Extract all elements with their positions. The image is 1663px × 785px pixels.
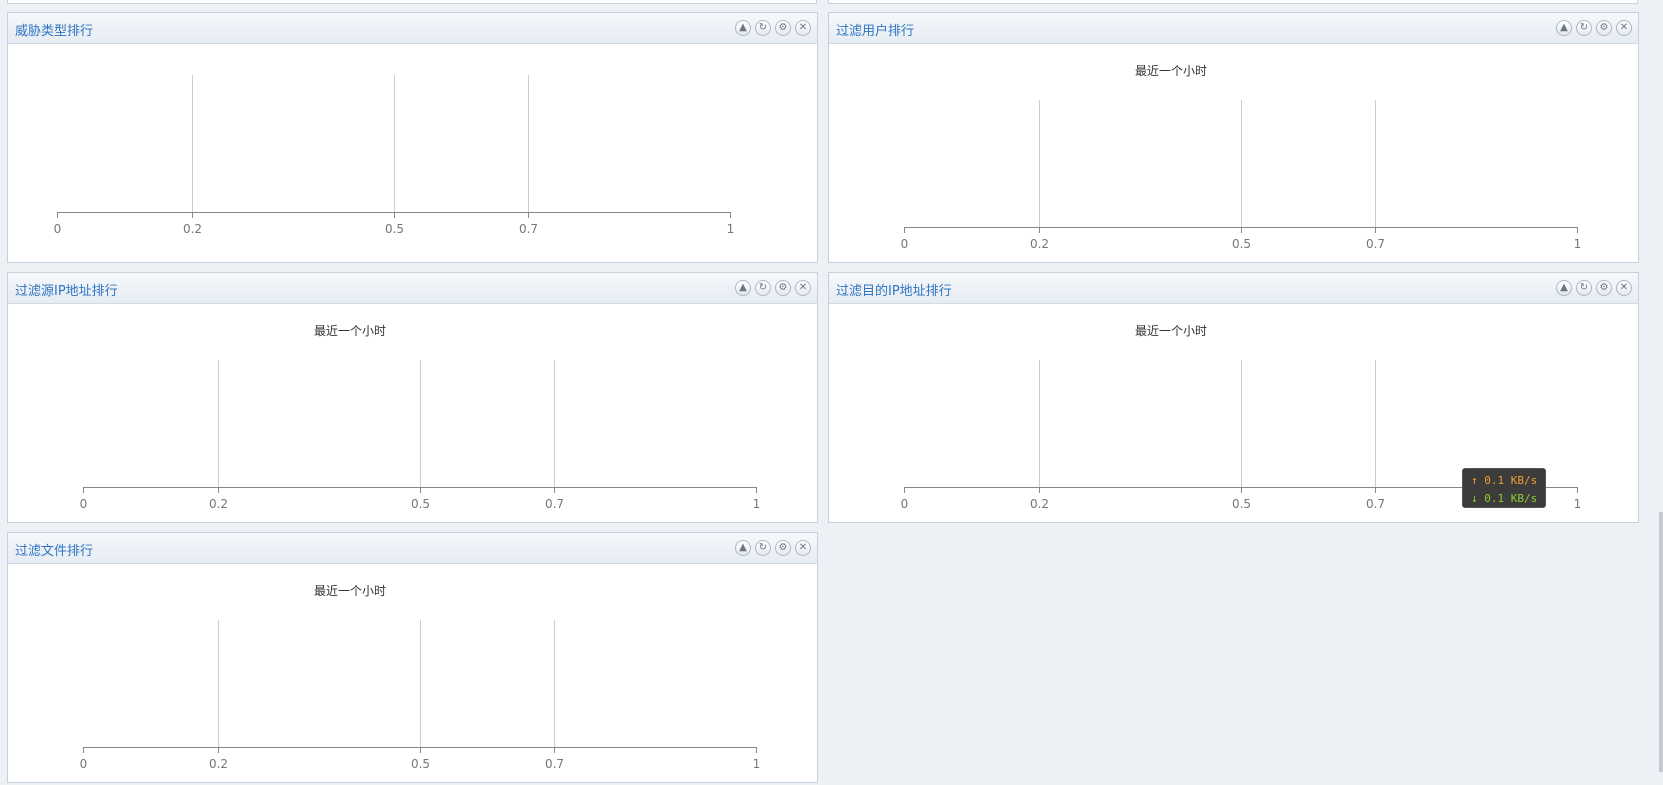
panel-header: 过滤源IP地址排行 ▲ ↻ ⚙ ✕ xyxy=(8,273,817,304)
gear-icon[interactable]: ⚙ xyxy=(1596,280,1612,296)
x-tick-label: 0.5 xyxy=(411,757,430,771)
gear-icon[interactable]: ⚙ xyxy=(775,20,791,36)
refresh-icon[interactable]: ↻ xyxy=(1576,280,1592,296)
gear-icon[interactable]: ⚙ xyxy=(775,540,791,556)
upload-speed: 0.1 KB/s xyxy=(1484,474,1538,487)
x-tick-label: 1 xyxy=(727,222,735,236)
x-tick-label: 0 xyxy=(901,497,909,511)
download-speed: 0.1 KB/s xyxy=(1484,492,1538,505)
x-tick-label: 0.7 xyxy=(1366,237,1385,251)
panel-title: 过滤目的IP地址排行 xyxy=(836,284,952,299)
gear-icon[interactable]: ⚙ xyxy=(775,280,791,296)
collapse-icon[interactable]: ▲ xyxy=(735,280,751,296)
collapse-icon[interactable]: ▲ xyxy=(1556,280,1572,296)
x-tick-label: 0.2 xyxy=(1030,237,1049,251)
traffic-tooltip[interactable]: ↑ 0.1 KB/s ↓ 0.1 KB/s xyxy=(1462,468,1546,508)
collapse-icon[interactable]: ▲ xyxy=(735,20,751,36)
x-tick-label: 1 xyxy=(1574,237,1582,251)
refresh-icon[interactable]: ↻ xyxy=(755,280,771,296)
panel-filtered-file-ranking: 过滤文件排行 ▲ ↻ ⚙ ✕ 最近一个小时 0 0.2 0.5 0.7 1 xyxy=(7,532,818,783)
panel-header: 过滤目的IP地址排行 ▲ ↻ ⚙ ✕ xyxy=(829,273,1638,304)
refresh-icon[interactable]: ↻ xyxy=(1576,20,1592,36)
close-icon[interactable]: ✕ xyxy=(1616,280,1632,296)
chart: 0 0.2 0.5 0.7 1 xyxy=(901,100,1582,251)
panel-toolbar: ▲ ↻ ⚙ ✕ xyxy=(1556,20,1632,36)
x-tick-label: 0.5 xyxy=(1232,497,1251,511)
x-tick-label: 0.7 xyxy=(1366,497,1385,511)
panel-title: 过滤源IP地址排行 xyxy=(15,284,118,299)
x-tick-label: 0 xyxy=(80,757,88,771)
page-scrollbar-thumb[interactable] xyxy=(1659,512,1663,772)
panel-header: 过滤文件排行 ▲ ↻ ⚙ ✕ xyxy=(8,533,817,564)
close-icon[interactable]: ✕ xyxy=(795,540,811,556)
previous-panel-bottom-right xyxy=(828,0,1638,4)
x-tick-label: 0.2 xyxy=(209,757,228,771)
x-tick-label: 1 xyxy=(1574,497,1582,511)
x-tick-label: 0.2 xyxy=(1030,497,1049,511)
collapse-icon[interactable]: ▲ xyxy=(1556,20,1572,36)
refresh-icon[interactable]: ↻ xyxy=(755,20,771,36)
close-icon[interactable]: ✕ xyxy=(795,20,811,36)
panel-body: 0 0.2 0.5 0.7 1 xyxy=(8,44,817,262)
close-icon[interactable]: ✕ xyxy=(1616,20,1632,36)
panel-toolbar: ▲ ↻ ⚙ ✕ xyxy=(1556,280,1632,296)
arrow-down-icon: ↓ xyxy=(1471,492,1478,505)
refresh-icon[interactable]: ↻ xyxy=(755,540,771,556)
x-tick-label: 0.7 xyxy=(545,497,564,511)
x-tick-label: 0 xyxy=(54,222,62,236)
x-tick-label: 0 xyxy=(901,237,909,251)
panel-filtered-user-ranking: 过滤用户排行 ▲ ↻ ⚙ ✕ 最近一个小时 0 0.2 0.5 0.7 1 xyxy=(828,12,1639,263)
x-tick-label: 0.5 xyxy=(385,222,404,236)
panel-title: 过滤用户排行 xyxy=(836,24,915,39)
panel-threat-type-ranking: 威胁类型排行 ▲ ↻ ⚙ ✕ 0 0.2 0.5 0.7 1 xyxy=(7,12,818,263)
close-icon[interactable]: ✕ xyxy=(795,280,811,296)
chart: 0 0.2 0.5 0.7 1 xyxy=(80,620,761,771)
upload-speed-row: ↑ 0.1 KB/s xyxy=(1471,472,1545,490)
chart: 0 0.2 0.5 0.7 1 xyxy=(80,360,761,511)
previous-panel-bottom-left xyxy=(7,0,817,4)
x-tick-label: 0.2 xyxy=(209,497,228,511)
gear-icon[interactable]: ⚙ xyxy=(1596,20,1612,36)
x-tick-label: 1 xyxy=(753,757,761,771)
panel-body: 最近一个小时 0 0.2 0.5 0.7 1 xyxy=(8,564,817,782)
panel-toolbar: ▲ ↻ ⚙ ✕ xyxy=(735,280,811,296)
panel-body: 最近一个小时 0 0.2 0.5 0.7 1 xyxy=(829,44,1638,262)
panel-title: 威胁类型排行 xyxy=(15,24,94,39)
arrow-up-icon: ↑ xyxy=(1471,474,1478,487)
panel-header: 过滤用户排行 ▲ ↻ ⚙ ✕ xyxy=(829,13,1638,44)
x-tick-label: 1 xyxy=(753,497,761,511)
x-tick-label: 0.2 xyxy=(183,222,202,236)
x-tick-label: 0.7 xyxy=(545,757,564,771)
panel-title: 过滤文件排行 xyxy=(15,544,94,559)
download-speed-row: ↓ 0.1 KB/s xyxy=(1471,490,1545,508)
panel-filtered-source-ip-ranking: 过滤源IP地址排行 ▲ ↻ ⚙ ✕ 最近一个小时 0 0.2 0.5 0.7 1 xyxy=(7,272,818,523)
panel-toolbar: ▲ ↻ ⚙ ✕ xyxy=(735,20,811,36)
x-tick-label: 0 xyxy=(80,497,88,511)
x-tick-label: 0.5 xyxy=(411,497,430,511)
x-tick-label: 0.5 xyxy=(1232,237,1251,251)
chart: 0 0.2 0.5 0.7 1 xyxy=(54,75,735,236)
x-tick-label: 0.7 xyxy=(519,222,538,236)
collapse-icon[interactable]: ▲ xyxy=(735,540,751,556)
panel-body: 最近一个小时 0 0.2 0.5 0.7 1 xyxy=(8,304,817,522)
panel-toolbar: ▲ ↻ ⚙ ✕ xyxy=(735,540,811,556)
panel-header: 威胁类型排行 ▲ ↻ ⚙ ✕ xyxy=(8,13,817,44)
